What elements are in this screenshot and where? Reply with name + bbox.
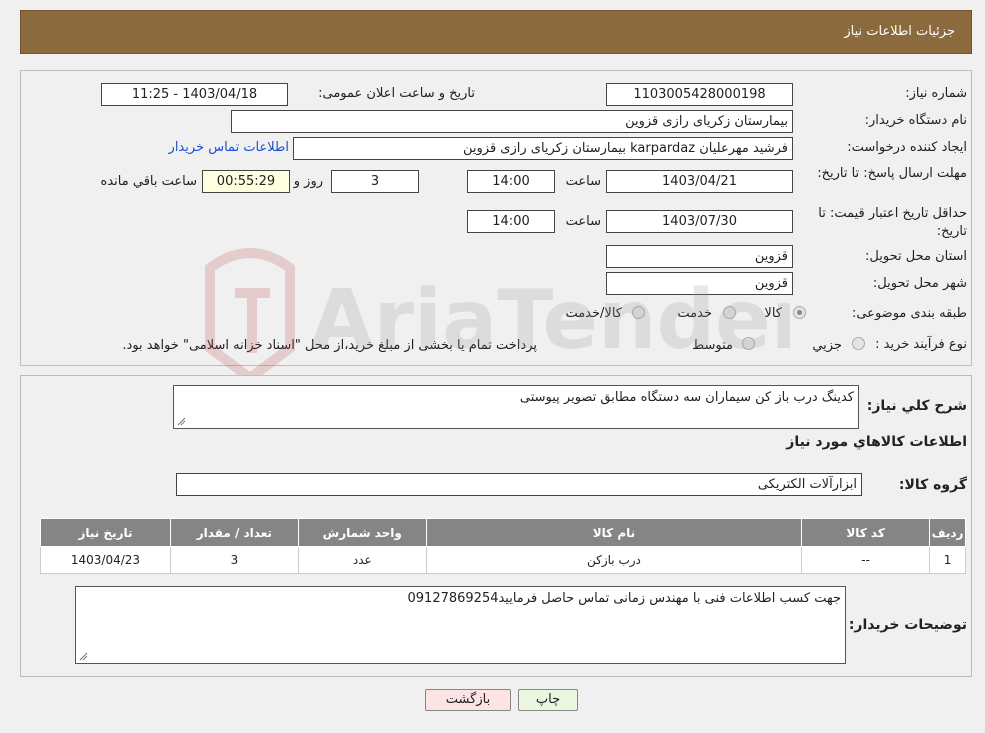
buyer-org-label: نام دستگاه خریدار:	[864, 113, 967, 128]
goods-group-field: ابزارآلات الکتریکی	[176, 473, 862, 496]
cell-unit: عدد	[297, 546, 427, 574]
creator-label: ایجاد کننده درخواست:	[847, 140, 967, 155]
province-label: استان محل تحویل:	[865, 249, 967, 264]
watermark-text: AriaTender.neT	[310, 273, 790, 368]
cell-need-date: 1403/04/23	[40, 546, 171, 574]
remaining-time-field: 00:55:29	[202, 170, 290, 193]
need-number-label: شماره نیاز:	[905, 86, 967, 101]
category-goods-radio[interactable]	[793, 306, 806, 319]
cell-quantity: 3	[169, 546, 299, 574]
print-button[interactable]: چاپ	[518, 689, 578, 711]
page-title: جزئیات اطلاعات نیاز	[844, 24, 955, 39]
validity-label: حداقل تاریخ اعتبار قیمت: تا تاریخ:	[818, 206, 967, 239]
validity-date-field: 1403/07/30	[606, 210, 793, 233]
days-label: روز و	[293, 174, 323, 189]
ariatender-watermark: AriaTender.neT	[205, 248, 790, 385]
resize-grip-icon[interactable]	[78, 651, 88, 661]
buyer-contact-link[interactable]: اطلاعات تماس خریدار	[169, 140, 289, 155]
announce-date-label: تاریخ و ساعت اعلان عمومی:	[318, 86, 475, 101]
deadline-label: مهلت ارسال پاسخ: تا تاریخ:	[817, 166, 967, 181]
resize-grip-icon[interactable]	[176, 416, 186, 426]
buyer-org-field: بیمارستان زکریای رازی قزوین	[231, 110, 793, 133]
need-summary-text: کدینگ درب باز کن سیماران سه دستگاه مطابق…	[519, 390, 854, 405]
col-need-date: تاریخ نیاز	[40, 518, 171, 547]
process-type-label: نوع فرآیند خرید :	[875, 337, 967, 352]
process-minor-radio[interactable]	[852, 337, 865, 350]
category-label: طبقه بندی موضوعی:	[851, 306, 967, 321]
need-summary-textarea[interactable]: کدینگ درب باز کن سیماران سه دستگاه مطابق…	[173, 385, 859, 429]
need-number-field: 1103005428000198	[606, 83, 793, 106]
city-label: شهر محل تحویل:	[872, 276, 967, 291]
deadline-time-label: ساعت	[565, 174, 601, 189]
buyer-notes-text: جهت کسب اطلاعات فنی با مهندس زمانی تماس …	[407, 591, 842, 606]
table-row: 1 -- درب بازکن عدد 3 1403/04/23	[40, 546, 966, 574]
process-minor-label: جزیي	[812, 338, 842, 353]
goods-table-header: ردیف کد کالا نام کالا واحد شمارش تعداد /…	[40, 518, 966, 547]
cell-row-number: 1	[929, 546, 966, 574]
back-button[interactable]: بازگشت	[425, 689, 511, 711]
remaining-time-label: ساعت باقي مانده	[100, 174, 197, 189]
col-quantity: تعداد / مقدار	[169, 518, 299, 547]
col-goods-name: نام کالا	[425, 518, 803, 547]
page-header: جزئیات اطلاعات نیاز	[20, 10, 972, 54]
deadline-time-field: 14:00	[467, 170, 555, 193]
validity-time-field: 14:00	[467, 210, 555, 233]
creator-field: فرشید مهرعلیان karpardaz بیمارستان زکریا…	[293, 137, 793, 160]
col-goods-code: کد کالا	[801, 518, 931, 547]
col-unit: واحد شمارش	[297, 518, 427, 547]
announce-date-field: 1403/04/18 - 11:25	[101, 83, 288, 106]
days-field: 3	[331, 170, 419, 193]
buyer-notes-label: توضیحات خریدار:	[848, 617, 967, 633]
col-row-number: ردیف	[929, 518, 966, 547]
need-summary-label: شرح کلي نیاز:	[866, 398, 967, 414]
validity-time-label: ساعت	[565, 214, 601, 229]
goods-info-title: اطلاعات کالاهاي مورد نیاز	[786, 434, 967, 450]
watermark-logo-icon	[205, 248, 295, 385]
goods-group-label: گروه کالا:	[898, 477, 967, 493]
cell-goods-name: درب بازکن	[425, 546, 803, 574]
deadline-date-field: 1403/04/21	[606, 170, 793, 193]
goods-table: ردیف کد کالا نام کالا واحد شمارش تعداد /…	[40, 518, 966, 574]
buyer-notes-textarea[interactable]: جهت کسب اطلاعات فنی با مهندس زمانی تماس …	[75, 586, 846, 664]
cell-goods-code: --	[801, 546, 931, 574]
